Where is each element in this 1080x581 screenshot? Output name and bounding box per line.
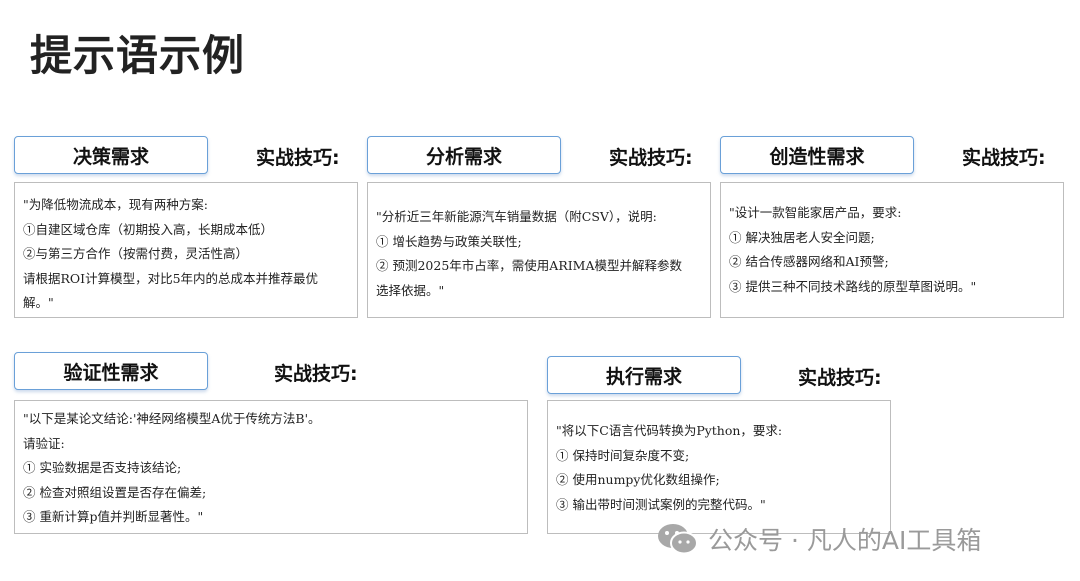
card-body: "为降低物流成本，现有两种方案: ①自建区域仓库（初期投入高，长期成本低） ②与… bbox=[14, 182, 358, 318]
tips-label: 实战技巧: bbox=[962, 147, 1046, 169]
card-line: ① 解决独居老人安全问题; bbox=[729, 229, 875, 245]
card-line: ③ 重新计算p值并判断显著性。" bbox=[23, 509, 204, 524]
watermark-text: 公众号 · 凡人的AI工具箱 bbox=[708, 526, 982, 555]
card-line: "为降低物流成本，现有两种方案: bbox=[23, 197, 208, 212]
card-line: ①自建区域仓库（初期投入高，长期成本低） bbox=[23, 221, 274, 237]
card-line: ③ 提供三种不同技术路线的原型草图说明。" bbox=[729, 278, 977, 294]
card-line: "分析近三年新能源汽车销量数据（附CSV），说明: bbox=[376, 209, 657, 224]
card-line: 解。" bbox=[23, 295, 54, 310]
tips-label: 实战技巧: bbox=[256, 147, 340, 169]
card-heading: 决策需求 bbox=[14, 136, 208, 174]
card-line: ② 使用numpy优化数组操作; bbox=[556, 472, 720, 487]
card-line: ② 结合传感器网络和AI预警; bbox=[729, 254, 889, 269]
card-line: "将以下C语言代码转换为Python，要求: bbox=[556, 423, 783, 438]
wechat-icon bbox=[658, 524, 698, 555]
card-line: 请根据ROI计算模型，对比5年内的总成本并推荐最优 bbox=[23, 270, 319, 286]
card-line: 选择依据。" bbox=[376, 282, 445, 298]
card-heading: 执行需求 bbox=[547, 356, 741, 394]
card-heading: 分析需求 bbox=[367, 136, 561, 174]
card-line: ②与第三方合作（按需付费，灵活性高） bbox=[23, 246, 249, 261]
card-line: "以下是某论文结论:'神经网络模型A优于传统方法B'。 bbox=[23, 411, 321, 426]
card-line: ① 实验数据是否支持该结论; bbox=[23, 460, 182, 475]
tips-label: 实战技巧: bbox=[798, 367, 882, 389]
card-line: 请验证: bbox=[23, 435, 65, 451]
card-heading: 验证性需求 bbox=[14, 352, 208, 390]
watermark: 公众号 · 凡人的AI工具箱 bbox=[656, 521, 981, 557]
card-line: "设计一款智能家居产品，要求: bbox=[729, 205, 902, 220]
card-body: "将以下C语言代码转换为Python，要求: ① 保持时间复杂度不变; ② 使用… bbox=[547, 400, 891, 534]
card-body: "以下是某论文结论:'神经网络模型A优于传统方法B'。 请验证: ① 实验数据是… bbox=[14, 400, 528, 534]
card-line: ② 检查对照组设置是否存在偏差; bbox=[23, 484, 207, 500]
tips-label: 实战技巧: bbox=[609, 147, 693, 169]
card-body: "设计一款智能家居产品，要求: ① 解决独居老人安全问题; ② 结合传感器网络和… bbox=[720, 182, 1064, 318]
page-title: 提示语示例 bbox=[30, 31, 246, 80]
card-line: ② 预测2025年市占率，需使用ARIMA模型并解释参数 bbox=[376, 258, 682, 273]
card-line: ① 保持时间复杂度不变; bbox=[556, 447, 690, 463]
card-line: ③ 输出带时间测试案例的完整代码。" bbox=[556, 496, 766, 512]
card-line: ① 增长趋势与政策关联性; bbox=[376, 233, 522, 249]
tips-label: 实战技巧: bbox=[274, 363, 358, 385]
card-body: "分析近三年新能源汽车销量数据（附CSV），说明: ① 增长趋势与政策关联性; … bbox=[367, 182, 711, 318]
card-heading: 创造性需求 bbox=[720, 136, 914, 174]
